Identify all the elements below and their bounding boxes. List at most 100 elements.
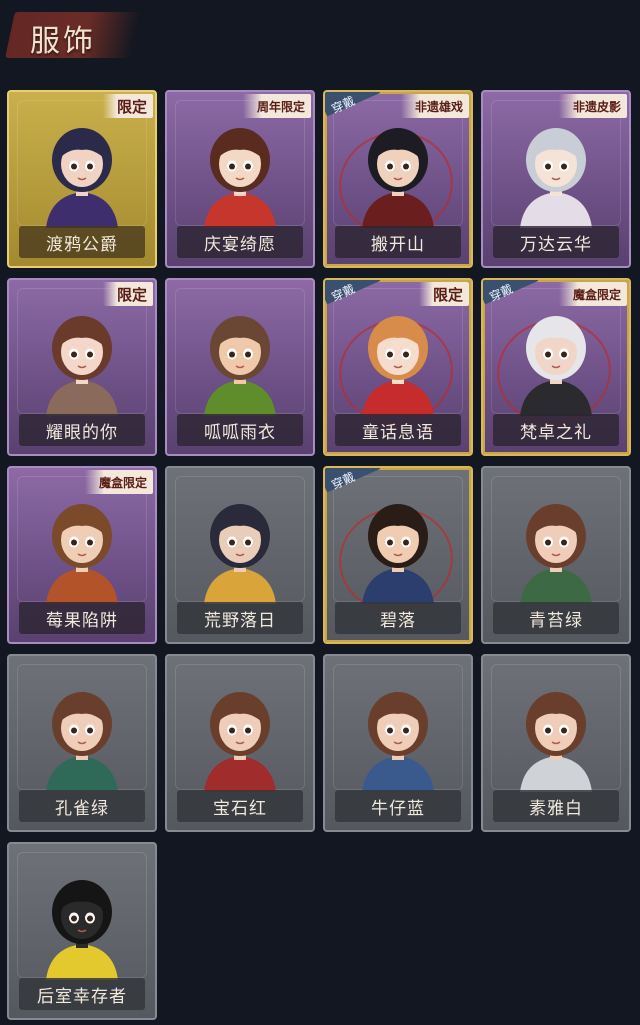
card-name-bar: 素雅白 [493,790,619,822]
costume-card[interactable]: 宝石红 [165,654,315,832]
card-name-bar: 宝石红 [177,790,303,822]
character-portrait [512,306,600,416]
portrait-eye-pupil [245,539,251,546]
portrait-outfit [362,568,434,604]
portrait-outfit [46,756,118,792]
limited-tag: 魔盒限定 [84,470,153,494]
portrait-outfit [46,192,118,228]
portrait-eye-pupil [545,539,551,546]
portrait-eye-pupil [245,351,251,358]
portrait-eye-pupil [403,351,409,358]
character-portrait [354,682,442,792]
costume-card[interactable]: 限定渡鸦公爵 [7,90,157,268]
card-name-bar: 荒野落日 [177,602,303,634]
portrait-eye-pupil [561,351,567,358]
card-name-bar: 孔雀绿 [19,790,145,822]
character-portrait [38,118,126,228]
costume-card[interactable]: 穿戴 碧落 [323,466,473,644]
limited-tag: 限定 [102,282,153,306]
portrait-eye-pupil [403,539,409,546]
portrait-outfit [204,380,276,416]
card-name-bar: 搬开山 [335,226,461,258]
character-portrait [512,118,600,228]
portrait-eye-pupil [387,539,393,546]
portrait-eye-pupil [229,539,235,546]
costume-card[interactable]: 呱呱雨衣 [165,278,315,456]
costume-card[interactable]: 后室幸存者 [7,842,157,1020]
portrait-outfit [46,568,118,604]
costume-name: 童话息语 [362,422,434,443]
character-portrait [354,494,442,604]
costume-name: 素雅白 [529,798,583,819]
character-portrait [38,870,126,980]
portrait-eye-pupil [545,727,551,734]
card-name-bar: 童话息语 [335,414,461,446]
costume-card[interactable]: 非遗皮影万达云华 [481,90,631,268]
portrait-outfit [362,192,434,228]
card-name-bar: 呱呱雨衣 [177,414,303,446]
portrait-outfit [46,944,118,980]
portrait-eye-pupil [561,539,567,546]
costume-name: 耀眼的你 [46,422,118,443]
portrait-eye-pupil [403,163,409,170]
portrait-eye-pupil [71,915,77,922]
portrait-eye-pupil [245,727,251,734]
costume-name: 梵卓之礼 [520,422,592,443]
character-portrait [196,118,284,228]
portrait-outfit [362,756,434,792]
card-name-bar: 碧落 [335,602,461,634]
costume-card[interactable]: 周年限定 庆宴绮愿 [165,90,315,268]
portrait-outfit [46,380,118,416]
character-portrait [354,118,442,228]
costume-name: 宝石红 [213,798,267,819]
limited-tag: 限定 [418,282,469,306]
portrait-outfit [204,756,276,792]
character-portrait [354,306,442,416]
costume-card[interactable]: 荒野落日 [165,466,315,644]
portrait-eye-pupil [561,163,567,170]
limited-tag: 非遗皮影 [558,94,627,118]
costume-grid: 限定 渡鸦公爵 周年限定 庆宴绮愿 非遗雄戏 穿戴 搬开山 非遗皮影 万达云华 限定 耀眼的你 呱呱雨… [0,0,640,1025]
character-portrait [196,306,284,416]
costume-card[interactable]: 素雅白 [481,654,631,832]
character-portrait [196,682,284,792]
character-portrait [512,494,600,604]
costume-card[interactable]: 牛仔蓝 [323,654,473,832]
costume-name: 牛仔蓝 [371,798,425,819]
costume-card[interactable]: 限定耀眼的你 [7,278,157,456]
card-name-bar: 渡鸦公爵 [19,226,145,258]
costume-name: 荒野落日 [204,610,276,631]
costume-card[interactable]: 非遗雄戏 穿戴 搬开山 [323,90,473,268]
limited-tag: 非遗雄戏 [400,94,469,118]
card-name-bar: 万达云华 [493,226,619,258]
portrait-eye-pupil [71,539,77,546]
portrait-eye-pupil [71,163,77,170]
costume-card[interactable]: 魔盒限定 莓果陷阱 [7,466,157,644]
costume-card[interactable]: 青苔绿 [481,466,631,644]
costume-name: 庆宴绮愿 [204,234,276,255]
costume-name: 万达云华 [520,234,592,255]
card-name-bar: 庆宴绮愿 [177,226,303,258]
card-name-bar: 耀眼的你 [19,414,145,446]
portrait-outfit [520,756,592,792]
character-portrait [38,494,126,604]
portrait-eye-pupil [561,727,567,734]
portrait-outfit [204,192,276,228]
costume-card[interactable]: 孔雀绿 [7,654,157,832]
portrait-outfit [204,568,276,604]
costume-card[interactable]: 魔盒限定 穿戴 梵卓之礼 [481,278,631,456]
card-name-bar: 后室幸存者 [19,978,145,1010]
costume-name: 孔雀绿 [55,798,109,819]
portrait-outfit [362,380,434,416]
character-portrait [38,682,126,792]
card-name-bar: 青苔绿 [493,602,619,634]
portrait-eye-pupil [71,727,77,734]
limited-tag: 限定 [102,94,153,118]
limited-tag: 魔盒限定 [558,282,627,306]
portrait-eye-pupil [245,163,251,170]
portrait-eye-pupil [229,351,235,358]
costume-card[interactable]: 限定 穿戴 童话息语 [323,278,473,456]
portrait-eye-pupil [87,915,93,922]
character-portrait [38,306,126,416]
costume-name: 青苔绿 [529,610,583,631]
